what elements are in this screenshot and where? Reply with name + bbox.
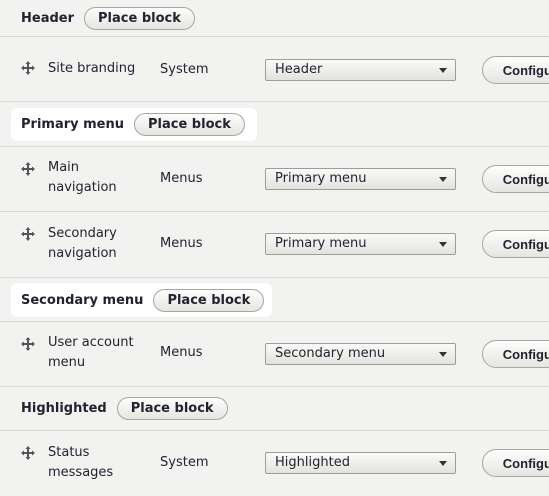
configure-button[interactable]: Configure <box>482 56 549 84</box>
block-row-status-messages: Status messages System Highlighted Confi… <box>0 431 549 496</box>
region-select[interactable]: Primary menu <box>265 168 456 190</box>
block-category: Menus <box>160 236 203 251</box>
place-block-button[interactable]: Place block <box>153 288 265 312</box>
block-name: Secondary navigation <box>48 226 117 261</box>
block-category: Menus <box>160 171 203 186</box>
chevron-down-icon <box>439 177 447 182</box>
region-title: Header <box>21 10 75 26</box>
block-row-user-account-menu: User account menu Menus Secondary menu C… <box>0 322 549 387</box>
block-name: Main navigation <box>48 160 117 195</box>
drag-handle-icon[interactable] <box>21 337 35 351</box>
region-title: Primary menu <box>21 117 124 132</box>
place-block-button[interactable]: Place block <box>134 113 245 136</box>
block-category: System <box>160 455 209 470</box>
region-title: Secondary menu <box>21 292 144 308</box>
region-secondary-menu-label: Secondary menu Place block <box>11 283 273 317</box>
region-select[interactable]: Highlighted <box>265 452 456 474</box>
chevron-down-icon <box>439 242 447 247</box>
region-select[interactable]: Primary menu <box>265 233 456 255</box>
place-block-button[interactable]: Place block <box>84 6 195 30</box>
block-row-site-branding: Site branding System Header Configure <box>0 37 549 102</box>
block-row-secondary-navigation: Secondary navigation Menus Primary menu … <box>0 212 549 278</box>
region-select[interactable]: Secondary menu <box>265 343 456 365</box>
block-name: User account menu <box>48 335 134 370</box>
configure-button[interactable]: Configure <box>482 230 549 258</box>
drag-handle-icon[interactable] <box>21 61 35 75</box>
drag-handle-icon[interactable] <box>21 227 35 241</box>
configure-button[interactable]: Configure <box>482 165 549 193</box>
region-primary-menu-row: Primary menu Place block <box>0 102 549 147</box>
block-row-main-navigation: Main navigation Menus Primary menu Confi… <box>0 147 549 212</box>
chevron-down-icon <box>439 352 447 357</box>
region-secondary-menu-row: Secondary menu Place block <box>0 278 549 322</box>
block-name: Site branding <box>48 61 136 76</box>
region-header-row: Header Place block <box>0 0 549 37</box>
region-select-value: Primary menu <box>275 171 367 186</box>
region-select[interactable]: Header <box>265 59 456 81</box>
region-select-value: Secondary menu <box>275 346 386 361</box>
region-title: Highlighted <box>21 401 107 416</box>
chevron-down-icon <box>439 461 447 466</box>
block-category: System <box>160 62 209 77</box>
drag-handle-icon[interactable] <box>21 446 35 460</box>
region-select-value: Highlighted <box>275 455 350 470</box>
region-highlighted-row: Highlighted Place block <box>0 387 549 431</box>
chevron-down-icon <box>439 68 447 73</box>
region-primary-menu-label: Primary menu Place block <box>11 108 257 141</box>
block-category: Menus <box>160 345 203 360</box>
region-select-value: Primary menu <box>275 236 367 251</box>
configure-button[interactable]: Configure <box>482 449 549 477</box>
region-select-value: Header <box>275 62 323 77</box>
place-block-button[interactable]: Place block <box>116 397 228 420</box>
configure-button[interactable]: Configure <box>482 340 549 368</box>
drag-handle-icon[interactable] <box>21 162 35 176</box>
block-name: Status messages <box>48 445 114 480</box>
region-header-label: Header Place block <box>11 0 195 36</box>
region-highlighted-label: Highlighted Place block <box>11 387 228 430</box>
